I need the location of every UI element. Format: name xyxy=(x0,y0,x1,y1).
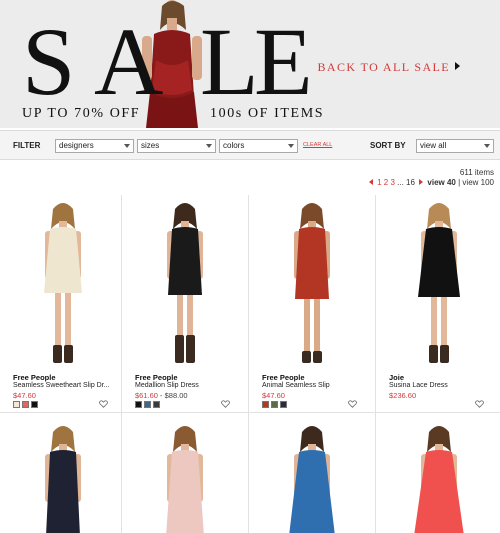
color-swatch[interactable] xyxy=(153,401,160,408)
sale-price: $47.60 xyxy=(13,391,36,400)
color-swatch[interactable] xyxy=(144,401,151,408)
product-image[interactable] xyxy=(0,195,126,370)
product-card[interactable] xyxy=(0,418,126,533)
sale-letter-a: A xyxy=(94,8,164,115)
sort-select[interactable]: view all xyxy=(416,139,494,153)
page-3-link[interactable]: 3 xyxy=(390,178,394,187)
view-40-link[interactable]: view 40 xyxy=(427,178,455,187)
chevron-down-icon xyxy=(484,144,490,148)
product-brand[interactable]: Free People xyxy=(13,373,56,382)
product-card[interactable]: Free People Animal Seamless Slip $47.60 xyxy=(249,195,375,415)
sale-banner: S A L E UP TO 70% OFF 100s OF ITEMS BACK… xyxy=(0,0,500,128)
original-price: $88.00 xyxy=(164,391,188,400)
page-16-link[interactable]: 16 xyxy=(406,178,415,187)
product-card[interactable] xyxy=(249,418,375,533)
product-image[interactable] xyxy=(249,418,375,533)
color-swatch[interactable] xyxy=(262,401,269,408)
product-name[interactable]: Animal Seamless Slip xyxy=(262,382,330,389)
items-count: 611 items xyxy=(459,168,494,177)
product-image[interactable] xyxy=(376,418,500,533)
pager-separator: | xyxy=(458,178,461,187)
color-swatch[interactable] xyxy=(13,401,20,408)
color-swatches xyxy=(262,401,289,408)
page-2-link[interactable]: 2 xyxy=(384,178,388,187)
product-price: $47.60 xyxy=(262,391,285,400)
product-card[interactable] xyxy=(122,418,248,533)
arrow-right-icon xyxy=(455,62,460,70)
heart-icon[interactable] xyxy=(99,400,108,408)
back-link-label: BACK TO ALL SALE xyxy=(317,60,450,74)
sale-letter-e: E xyxy=(254,8,313,115)
product-price: $61.60 - $88.00 xyxy=(135,391,188,400)
heart-icon[interactable] xyxy=(348,400,357,408)
sizes-select-value: sizes xyxy=(141,141,160,150)
back-to-all-sale-link[interactable]: BACK TO ALL SALE xyxy=(317,60,460,75)
items-text: 100s OF ITEMS xyxy=(210,106,325,121)
product-brand[interactable]: Free People xyxy=(262,373,305,382)
sale-price: $236.60 xyxy=(389,391,417,400)
chevron-down-icon xyxy=(206,144,212,148)
view-100-link[interactable]: view 100 xyxy=(462,178,494,187)
sale-price: $61.60 xyxy=(135,391,158,400)
product-card[interactable]: Free People Medallion Slip Dress $61.60 - … xyxy=(122,195,248,415)
price-separator: - xyxy=(157,391,165,400)
product-card[interactable]: Free People Seamless Sweetheart Slip Dr..… xyxy=(0,195,126,415)
chevron-down-icon xyxy=(288,144,294,148)
prev-page-icon[interactable] xyxy=(368,179,373,185)
color-swatch[interactable] xyxy=(271,401,278,408)
sort-by-label: SORT BY xyxy=(370,141,406,150)
next-page-icon[interactable] xyxy=(419,179,424,185)
product-image[interactable] xyxy=(249,195,375,370)
clear-all-link[interactable]: CLEAR ALL xyxy=(303,142,332,148)
product-price: $236.60 xyxy=(389,391,416,400)
designers-select[interactable]: designers xyxy=(55,139,134,153)
page-1-link[interactable]: 1 xyxy=(377,178,381,187)
color-swatches xyxy=(135,401,162,408)
sort-select-value: view all xyxy=(420,141,447,150)
sale-letter-l: L xyxy=(200,8,259,115)
chevron-down-icon xyxy=(124,144,130,148)
color-swatch[interactable] xyxy=(31,401,38,408)
page-ellipsis: ... xyxy=(397,178,404,187)
heart-icon[interactable] xyxy=(221,400,230,408)
product-card[interactable] xyxy=(376,418,500,533)
sale-price: $47.60 xyxy=(262,391,285,400)
product-name[interactable]: Susina Lace Dress xyxy=(389,382,448,389)
color-swatch[interactable] xyxy=(135,401,142,408)
product-brand[interactable]: Joie xyxy=(389,373,404,382)
color-swatch[interactable] xyxy=(22,401,29,408)
filter-label: FILTER xyxy=(13,141,41,150)
heart-icon[interactable] xyxy=(475,400,484,408)
product-name[interactable]: Medallion Slip Dress xyxy=(135,382,199,389)
product-image[interactable] xyxy=(376,195,500,370)
product-image[interactable] xyxy=(122,195,248,370)
colors-select[interactable]: colors xyxy=(219,139,298,153)
pagination: 1 2 3 ... 16 view 40 | view 100 xyxy=(368,178,494,187)
designers-select-value: designers xyxy=(59,141,94,150)
product-brand[interactable]: Free People xyxy=(135,373,178,382)
product-name[interactable]: Seamless Sweetheart Slip Dr... xyxy=(13,382,110,389)
color-swatches xyxy=(13,401,40,408)
product-image[interactable] xyxy=(0,418,126,533)
filter-bar: FILTER designers sizes colors CLEAR ALL … xyxy=(0,130,500,160)
discount-text: UP TO 70% OFF xyxy=(22,106,141,121)
sale-letter-s: S xyxy=(22,8,76,115)
color-swatch[interactable] xyxy=(280,401,287,408)
product-card[interactable]: Joie Susina Lace Dress $236.60 xyxy=(376,195,500,415)
colors-select-value: colors xyxy=(223,141,245,150)
sizes-select[interactable]: sizes xyxy=(137,139,216,153)
product-image[interactable] xyxy=(122,418,248,533)
product-price: $47.60 xyxy=(13,391,36,400)
